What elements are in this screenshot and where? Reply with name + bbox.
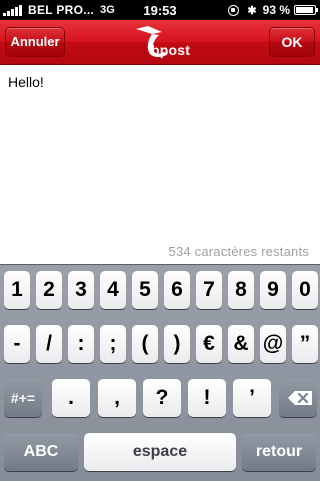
keyboard-row-bottom: ABC espace retour [0,433,320,477]
key-4[interactable]: 4 [100,271,126,309]
key-semicolon[interactable]: ; [100,325,126,363]
battery-icon [294,5,318,15]
key-exclamation[interactable]: ! [188,379,226,417]
space-key[interactable]: espace [84,433,236,471]
rotation-lock-icon [228,4,240,16]
backspace-icon [288,391,312,405]
message-text-area[interactable]: Hello! [8,74,44,90]
battery-percent: 93 % [262,3,290,17]
characters-remaining: 534 caractères restants [168,244,309,259]
key-period[interactable]: . [52,379,90,417]
key-hyphen[interactable]: - [4,325,30,363]
key-8[interactable]: 8 [228,271,254,309]
key-0[interactable]: 0 [292,271,318,309]
key-ampersand[interactable]: & [228,325,254,363]
status-right: ✱ 93 % [228,3,318,17]
key-at[interactable]: @ [260,325,286,363]
key-comma[interactable]: , [98,379,136,417]
keyboard-row-numbers: 1 2 3 4 5 6 7 8 9 0 [0,271,320,315]
key-more-symbols[interactable]: #+= [4,379,42,417]
delete-key[interactable] [279,379,317,417]
key-3[interactable]: 3 [68,271,94,309]
key-apostrophe[interactable]: ’ [233,379,271,417]
key-colon[interactable]: : [68,325,94,363]
abc-key[interactable]: ABC [4,433,78,471]
numeric-keyboard: 1 2 3 4 5 6 7 8 9 0 - / : ; ( ) € & @ ” … [0,264,320,481]
keyboard-row-punctuation: #+= . , ? ! ’ [0,379,320,423]
cancel-button[interactable]: Annuler [5,27,65,57]
key-close-paren[interactable]: ) [164,325,190,363]
key-7[interactable]: 7 [196,271,222,309]
key-slash[interactable]: / [36,325,62,363]
key-2[interactable]: 2 [36,271,62,309]
key-5[interactable]: 5 [132,271,158,309]
return-key[interactable]: retour [242,433,316,471]
navigation-bar: Annuler bpost OK [0,20,320,65]
key-6[interactable]: 6 [164,271,190,309]
key-question[interactable]: ? [143,379,181,417]
bluetooth-icon: ✱ [247,4,257,17]
key-euro[interactable]: € [196,325,222,363]
key-9[interactable]: 9 [260,271,286,309]
key-open-paren[interactable]: ( [132,325,158,363]
key-quote[interactable]: ” [292,325,318,363]
keyboard-row-symbols: - / : ; ( ) € & @ ” [0,325,320,369]
status-bar: BEL PRO... 3G 19:53 ✱ 93 % [0,0,320,20]
ok-button[interactable]: OK [269,27,315,57]
key-1[interactable]: 1 [4,271,30,309]
logo-text: bpost [151,42,191,58]
